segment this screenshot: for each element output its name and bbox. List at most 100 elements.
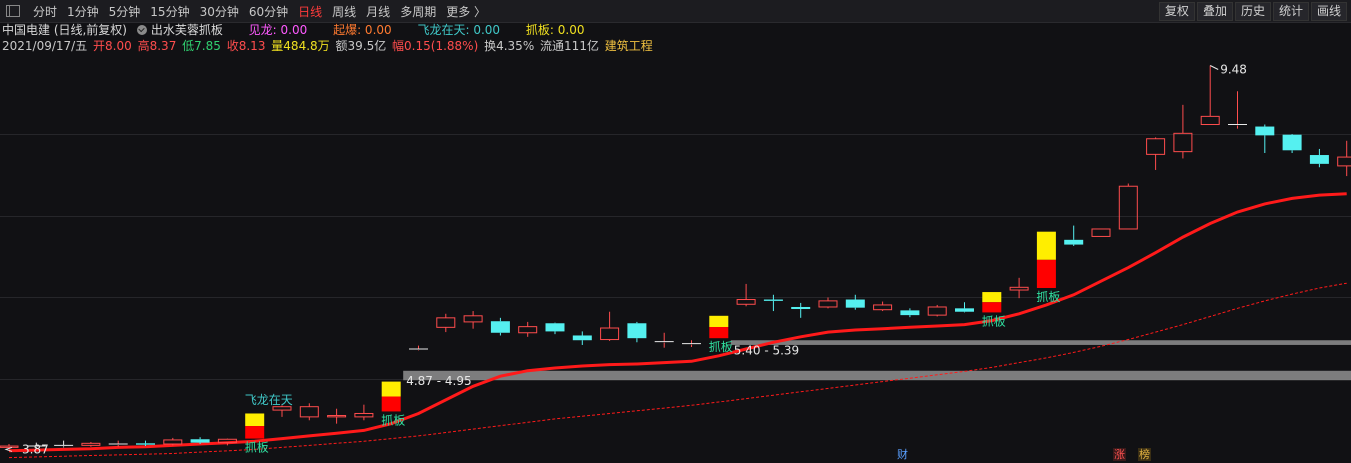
ma-fast-layer	[8, 192, 1347, 453]
support-zones	[403, 340, 1351, 381]
candle	[299, 403, 319, 421]
quote-sector[interactable]: 建筑工程	[605, 39, 653, 53]
candle	[1337, 140, 1351, 177]
candle	[818, 297, 838, 309]
draw-button[interactable]: 画线	[1310, 2, 1347, 21]
quote-open: 开8.00	[93, 39, 132, 53]
period-tab[interactable]: 30分钟	[195, 3, 244, 20]
candle-signal-bottom	[381, 396, 401, 412]
history-button[interactable]: 历史	[1234, 2, 1271, 21]
signal-label: 抓板	[982, 314, 1006, 328]
candle	[354, 404, 374, 421]
candle	[545, 322, 565, 335]
candle	[927, 304, 947, 317]
candle	[1282, 134, 1302, 154]
candle-body	[81, 442, 101, 446]
candle-signal-bottom	[982, 302, 1002, 313]
candle	[409, 345, 428, 351]
quote-float: 流通111亿	[540, 39, 599, 53]
period-tab[interactable]: 60分钟	[244, 3, 293, 20]
candle	[436, 313, 456, 333]
candle	[1309, 148, 1329, 168]
period-tab[interactable]: 周线	[327, 3, 361, 20]
quote-high: 高8.37	[137, 39, 177, 53]
period-tab[interactable]: 1分钟	[62, 3, 104, 20]
candle-body	[1064, 239, 1084, 245]
candle-body	[845, 299, 865, 308]
candle-body	[600, 327, 620, 341]
candle-signal-top	[381, 381, 401, 397]
candle-body	[736, 299, 756, 305]
ma-slow-layer	[8, 282, 1347, 459]
candle	[736, 283, 756, 307]
max-marker	[1209, 65, 1219, 70]
limit-up-tag[interactable]: 涨	[1113, 448, 1126, 461]
candle-body	[463, 315, 483, 323]
candle-body	[818, 300, 838, 308]
candle-body	[1337, 156, 1351, 167]
candle-signal-bottom	[1036, 259, 1056, 288]
candle-body	[1091, 228, 1111, 237]
candle-body	[1309, 155, 1329, 164]
candle-body	[1009, 286, 1029, 291]
zone-label: 5.40 - 5.39	[734, 343, 799, 357]
period-tab[interactable]: 15分钟	[145, 3, 194, 20]
adjust-button[interactable]: 复权	[1158, 2, 1195, 21]
candle	[490, 317, 510, 336]
period-toolbar: 分时 1分钟 5分钟 15分钟 30分钟 60分钟 日线 周线 月线 多周期 更…	[0, 0, 1351, 23]
indicator-value: 抓板: 0.00	[525, 23, 585, 37]
period-tab[interactable]: 5分钟	[104, 3, 146, 20]
chart-tools: 复权 叠加 历史 统计 画线	[1157, 2, 1347, 21]
candle	[572, 331, 592, 345]
candlestick-chart[interactable]: 4.87 - 4.955.40 - 5.39抓板飞龙在天抓板抓板抓板抓板9.48…	[0, 56, 1351, 463]
sidebar-toggle-icon[interactable]	[6, 5, 20, 17]
candle-body	[0, 445, 19, 448]
candle	[1255, 124, 1275, 154]
period-tab[interactable]: 分时	[28, 3, 62, 20]
support-zone	[403, 370, 1351, 381]
candle	[682, 340, 701, 348]
candle	[245, 413, 265, 439]
candle	[1146, 137, 1166, 170]
candle-body	[354, 412, 374, 418]
candle-signal-top	[709, 315, 729, 327]
candle-body	[927, 306, 947, 316]
candle-signal-top	[982, 292, 1002, 303]
max-price-label: 9.48	[1220, 62, 1247, 76]
more-periods-button[interactable]: 更多 〉	[441, 3, 491, 20]
candle	[791, 302, 811, 318]
formula-check-icon[interactable]	[136, 25, 147, 35]
indicator-bar: 中国电建 (日线,前复权) 出水芙蓉抓板 见龙: 0.00 起爆: 0.00 飞…	[2, 22, 588, 39]
candle	[54, 440, 74, 448]
candle	[1173, 104, 1193, 159]
candle	[982, 292, 1002, 313]
period-tab[interactable]: 月线	[361, 3, 395, 20]
signal-label: 抓板	[245, 441, 269, 455]
indicator-value: 飞龙在天: 0.00	[417, 23, 501, 37]
finance-tag[interactable]: 财	[896, 448, 909, 461]
period-tab[interactable]: 多周期	[395, 3, 441, 20]
formula-name[interactable]: 出水芙蓉抓板	[151, 23, 223, 37]
quote-low: 低7.85	[182, 39, 221, 53]
ma-fast-line	[8, 192, 1347, 453]
candle	[381, 381, 401, 412]
period-tab-active[interactable]: 日线	[293, 3, 327, 20]
ranking-tag[interactable]: 榜	[1138, 448, 1151, 461]
candle-body	[136, 443, 155, 445]
ma-slow-line	[8, 282, 1347, 459]
stats-button[interactable]: 统计	[1272, 2, 1309, 21]
stock-title: 中国电建 (日线,前复权)	[2, 23, 127, 37]
candle	[600, 311, 620, 341]
quote-close: 收8.13	[226, 39, 266, 53]
candle-body	[163, 439, 183, 445]
candle	[873, 301, 893, 312]
overlay-button[interactable]: 叠加	[1196, 2, 1233, 21]
quote-volume: 量484.8万	[271, 39, 330, 53]
candle-body	[1255, 126, 1275, 136]
candle-signal-bottom	[245, 426, 265, 439]
candle-body	[763, 299, 783, 301]
candle-body	[627, 323, 647, 339]
candle	[1064, 225, 1084, 246]
quote-date: 2021/09/17/五	[2, 39, 88, 53]
support-zone	[730, 340, 1351, 345]
